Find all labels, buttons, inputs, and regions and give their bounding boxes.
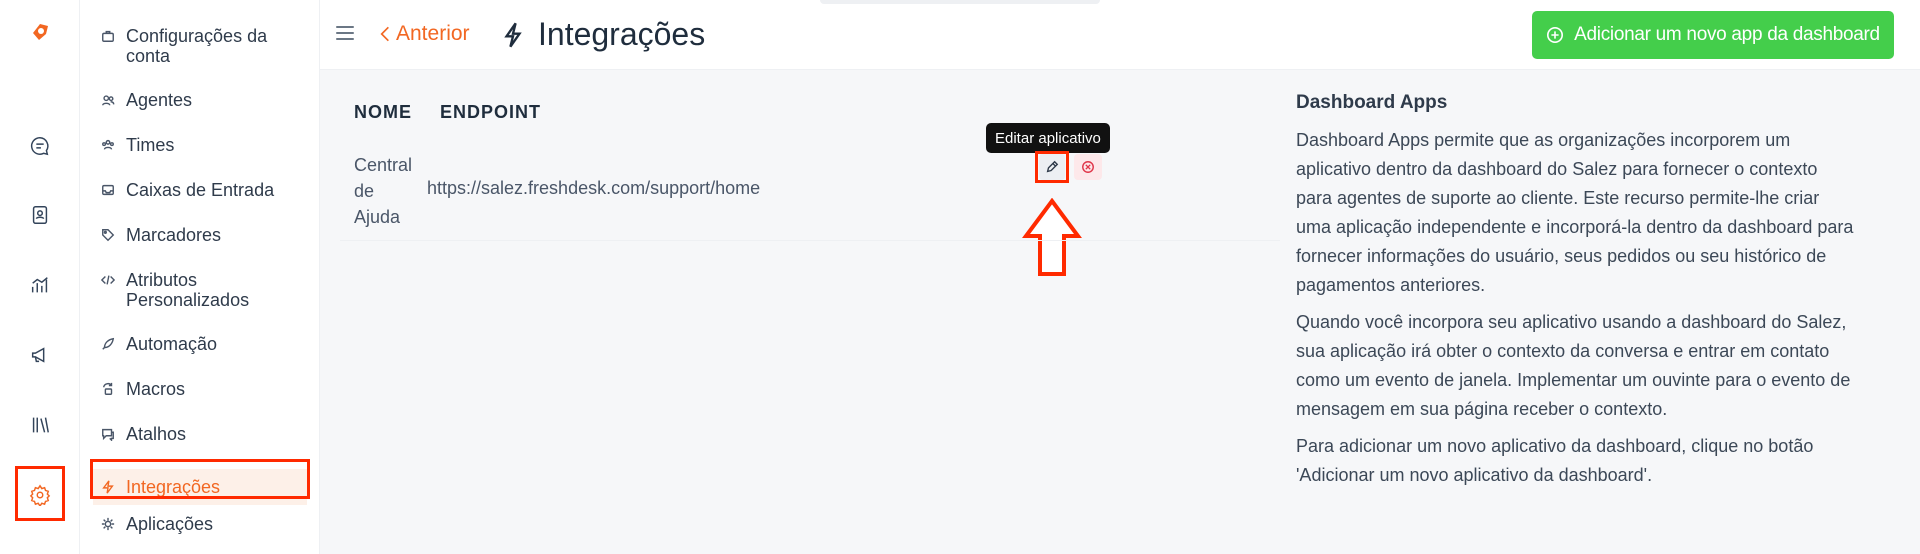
- briefcase-icon: [100, 26, 116, 46]
- sidebar-item-inboxes[interactable]: Caixas de Entrada: [100, 180, 300, 200]
- apps-icon: [100, 514, 116, 534]
- tag-icon: [100, 225, 116, 245]
- column-header-name: NOME: [354, 102, 412, 122]
- sidebar-item-teams[interactable]: Times: [100, 135, 300, 155]
- chat-bubble-icon[interactable]: [24, 130, 56, 162]
- info-paragraph: Para adicionar um novo aplicativo da das…: [1296, 436, 1814, 485]
- team-icon: [100, 135, 116, 155]
- icon-rail: [0, 0, 80, 554]
- sidebar-item-label: Marcadores: [126, 225, 222, 245]
- inbox-icon: [100, 180, 116, 200]
- sidebar-item-label: Integrações: [126, 477, 221, 497]
- sidebar-item-label: Configurações da conta: [126, 26, 268, 66]
- info-paragraph: Quando você incorpora seu aplicativo usa…: [1296, 312, 1851, 419]
- people-icon: [100, 90, 116, 110]
- sidebar-item-macros[interactable]: Macros: [100, 379, 300, 399]
- edit-app-button[interactable]: [1039, 154, 1065, 180]
- contact-book-icon[interactable]: [24, 199, 56, 231]
- sidebar-item-label: Times: [126, 135, 175, 155]
- sidebar-item-label: Atributos Personalizados: [126, 270, 250, 310]
- edit-app-tooltip: Editar aplicativo: [986, 123, 1110, 159]
- delete-app-button[interactable]: [1074, 154, 1102, 180]
- sidebar-item-label: Aplicações: [126, 514, 214, 534]
- close-circle-icon: [1082, 161, 1094, 173]
- sidebar-item-label: Automação: [126, 334, 218, 354]
- plus-circle-icon: [1547, 26, 1564, 44]
- table-row-divider: [340, 240, 1280, 241]
- chart-icon[interactable]: [24, 269, 56, 301]
- info-title: Dashboard Apps: [1296, 92, 1448, 113]
- sidebar-item-account-settings[interactable]: Configurações da conta: [100, 26, 300, 66]
- page-header: Anterior Integrações Adicionar um novo a…: [320, 0, 1920, 70]
- sidebar-item-shortcuts[interactable]: Atalhos: [100, 424, 300, 444]
- hamburger-menu-icon[interactable]: [336, 26, 354, 42]
- macro-icon: [100, 379, 116, 399]
- megaphone-icon[interactable]: [24, 339, 56, 371]
- sidebar-item-label: Atalhos: [126, 424, 187, 444]
- info-paragraph: Dashboard Apps permite que as organizaçõ…: [1296, 130, 1854, 295]
- sidebar-item-label: Agentes: [126, 90, 193, 110]
- app-name-cell: Central de Ajuda: [354, 155, 413, 227]
- sidebar-item-integrations[interactable]: Integrações: [93, 469, 307, 505]
- dashboard-apps-info: Dashboard Apps Dashboard Apps permite qu…: [1296, 92, 1856, 498]
- pencil-icon: [1046, 160, 1059, 173]
- arrow-up-annotation: [1022, 198, 1082, 276]
- page-title-text: Integrações: [538, 16, 706, 52]
- add-dashboard-app-button[interactable]: Adicionar um novo app da dashboard: [1532, 11, 1894, 59]
- sidebar-item-applications[interactable]: Aplicações: [100, 514, 300, 534]
- sidebar-item-automation[interactable]: Automação: [100, 334, 300, 354]
- back-link-label: Anterior: [396, 22, 470, 45]
- code-icon: [100, 270, 116, 290]
- rocket-icon: [100, 334, 116, 354]
- chat-reply-icon: [100, 424, 116, 444]
- settings-sidebar: Configurações da conta Agentes Times Cai…: [80, 0, 320, 554]
- gear-icon[interactable]: [24, 479, 56, 511]
- sidebar-item-custom-attributes[interactable]: Atributos Personalizados: [100, 270, 300, 310]
- lightning-icon: [100, 477, 116, 497]
- library-icon[interactable]: [24, 409, 56, 441]
- lightning-icon: [504, 22, 522, 47]
- add-dashboard-app-label: Adicionar um novo app da dashboard: [1574, 24, 1880, 45]
- app-endpoint-cell: https://salez.freshdesk.com/support/home: [427, 178, 761, 198]
- brand-logo-icon[interactable]: [28, 20, 52, 44]
- page-title: Integrações: [502, 16, 705, 53]
- sidebar-item-label: Macros: [126, 379, 186, 399]
- chevron-left-icon: [380, 26, 389, 42]
- sidebar-item-label: Caixas de Entrada: [126, 180, 275, 200]
- back-link[interactable]: Anterior: [380, 22, 470, 46]
- sidebar-item-agents[interactable]: Agentes: [100, 90, 300, 110]
- sidebar-item-labels[interactable]: Marcadores: [100, 225, 300, 245]
- column-header-endpoint: ENDPOINT: [440, 102, 542, 122]
- top-shadow: [820, 0, 1100, 4]
